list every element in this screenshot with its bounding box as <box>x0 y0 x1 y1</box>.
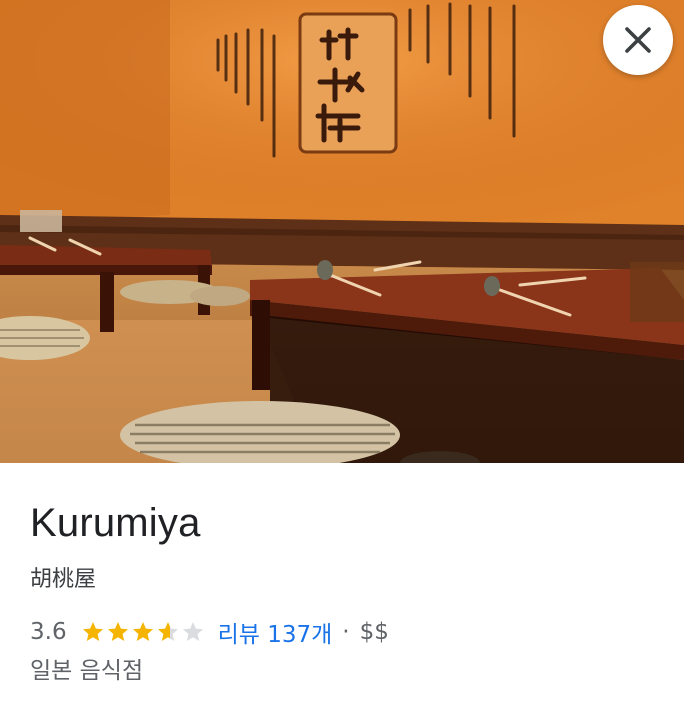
star-full-icon <box>82 622 103 641</box>
place-native-name: 胡桃屋 <box>30 567 97 592</box>
separator-dot: · <box>342 619 350 645</box>
star-full-icon <box>107 622 128 641</box>
close-button[interactable] <box>603 5 673 75</box>
place-name: Kurumiya <box>30 501 201 545</box>
star-empty-icon <box>182 622 203 641</box>
restaurant-interior-image <box>0 0 684 463</box>
star-full-icon <box>132 622 153 641</box>
reviews-link[interactable]: 리뷰 137개 <box>218 615 333 649</box>
rating-value: 3.6 <box>30 619 67 645</box>
star-half-icon <box>157 622 178 641</box>
price-level: $$ <box>359 619 389 645</box>
place-category: 일본 음식점 <box>30 658 144 684</box>
close-icon <box>625 27 651 53</box>
rating-stars <box>81 620 206 644</box>
place-photo[interactable] <box>0 0 684 463</box>
rating-row: 3.6 리뷰 137개 · $$ <box>30 615 389 649</box>
